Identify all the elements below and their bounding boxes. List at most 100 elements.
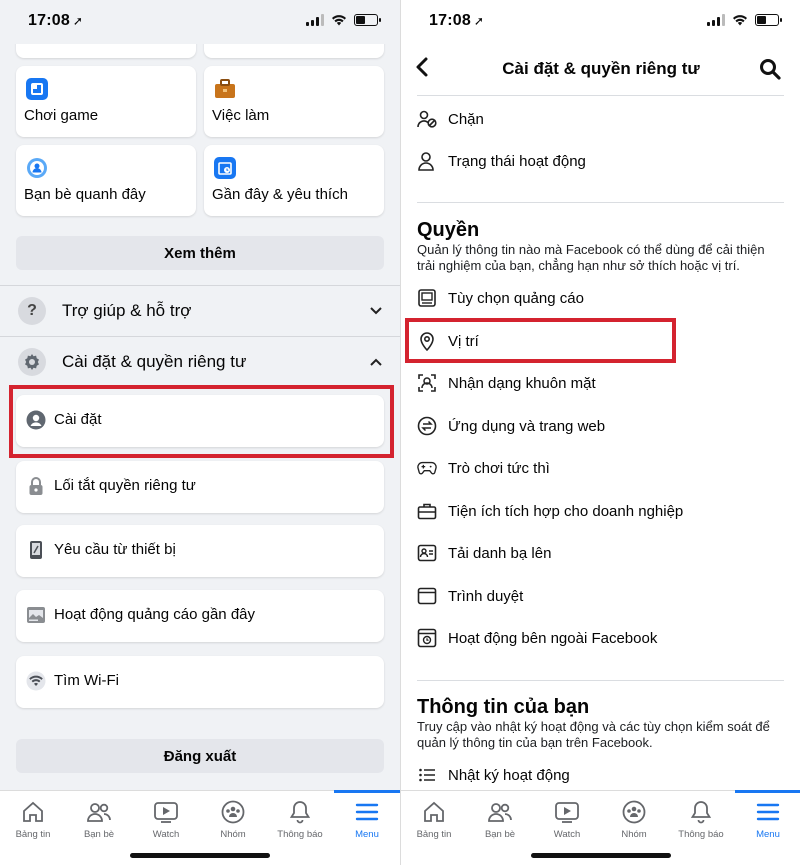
tab-friends[interactable]: Bạn bè xyxy=(66,797,132,840)
shortcut-label: Bạn bè quanh đây xyxy=(24,186,146,203)
ad-preferences-icon xyxy=(417,288,437,308)
face-recognition-label: Nhận dạng khuôn mặt xyxy=(448,374,596,392)
wifi-status-icon xyxy=(733,15,747,26)
apps-websites-icon xyxy=(417,416,437,436)
ad-preferences-row[interactable]: Tùy chọn quảng cáo xyxy=(417,278,777,318)
off-facebook-activity-row[interactable]: Hoạt động bên ngoài Facebook xyxy=(417,618,777,658)
chevron-up-icon xyxy=(370,353,382,369)
help-support-row[interactable]: ? Trợ giúp & hỗ trợ xyxy=(0,286,400,336)
business-integration-icon xyxy=(417,501,437,521)
apps-websites-label: Ứng dụng và trang web xyxy=(448,417,606,435)
tab-label: Menu xyxy=(355,829,379,840)
activity-log-label: Nhật ký hoạt động xyxy=(448,766,570,784)
status-time: 17:08 ➚ xyxy=(28,12,84,29)
shortcut-jobs[interactable]: Việc làm xyxy=(204,66,384,137)
off-facebook-activity-icon xyxy=(417,628,437,648)
device-requests-item[interactable]: Yêu cầu từ thiết bị xyxy=(16,525,384,577)
tab-label: Thông báo xyxy=(277,829,323,840)
instant-games-label: Trò chơi tức thì xyxy=(448,459,550,477)
settings-privacy-row[interactable]: Cài đặt & quyền riêng tư xyxy=(0,337,400,387)
tab-watch[interactable]: Watch xyxy=(534,797,600,840)
shortcut-recent-favorites[interactable]: Gần đây & yêu thích xyxy=(204,145,384,216)
tab-label: Nhóm xyxy=(621,829,647,840)
chevron-down-icon xyxy=(370,302,382,318)
activity-log-row[interactable]: Nhật ký hoạt động xyxy=(417,755,777,795)
instant-games-row[interactable]: Trò chơi tức thì xyxy=(417,448,777,488)
status-bar: 17:08 ➚ xyxy=(0,0,400,44)
logout-button[interactable]: Đăng xuất xyxy=(16,739,384,773)
nearby-friends-icon xyxy=(26,157,48,179)
search-icon[interactable] xyxy=(759,58,781,85)
battery-icon xyxy=(755,14,782,26)
tab-label: Menu xyxy=(756,829,780,840)
face-recognition-row[interactable]: Nhận dạng khuôn mặt xyxy=(417,363,777,403)
location-arrow-icon: ➚ xyxy=(473,14,485,28)
bell-icon xyxy=(267,797,333,827)
menu-icon xyxy=(334,797,400,827)
menu-icon xyxy=(735,797,800,827)
tab-label: Nhóm xyxy=(220,829,246,840)
active-status-label: Trạng thái hoạt động xyxy=(448,152,586,170)
see-more-button[interactable]: Xem thêm xyxy=(16,236,384,270)
permissions-heading: Quyền xyxy=(417,219,480,241)
ad-activity-item[interactable]: Hoạt động quảng cáo gần đây xyxy=(16,590,384,642)
tab-watch[interactable]: Watch xyxy=(133,797,199,840)
watch-icon xyxy=(133,797,199,827)
tab-menu[interactable]: Menu xyxy=(334,790,400,840)
tab-menu[interactable]: Menu xyxy=(735,790,800,840)
divider xyxy=(417,95,784,96)
browser-icon xyxy=(417,586,437,606)
home-icon xyxy=(401,797,467,827)
browser-label: Trình duyệt xyxy=(448,587,524,605)
upload-contacts-row[interactable]: Tải danh bạ lên xyxy=(417,533,777,573)
activity-log-icon xyxy=(417,765,437,785)
bottom-tab-bar: Bảng tin Bạn bè Watch Nhóm Thông báo Men… xyxy=(401,790,800,865)
home-indicator xyxy=(130,853,270,858)
your-information-description: Truy cập vào nhật ký hoạt động và các tù… xyxy=(417,719,770,750)
friends-icon xyxy=(467,797,533,827)
shortcut-label: Chơi game xyxy=(24,107,99,124)
business-integrations-label: Tiện ích tích hợp cho doanh nghiệp xyxy=(448,502,684,520)
blocking-row[interactable]: Chặn xyxy=(417,99,777,139)
browser-row[interactable]: Trình duyệt xyxy=(417,576,777,616)
block-user-icon xyxy=(417,109,437,129)
lock-icon xyxy=(26,476,46,496)
tab-friends[interactable]: Bạn bè xyxy=(467,797,533,840)
groups-icon xyxy=(200,797,266,827)
tab-news-feed[interactable]: Bảng tin xyxy=(0,797,66,840)
tab-notifications[interactable]: Thông báo xyxy=(267,797,333,840)
active-status-row[interactable]: Trạng thái hoạt động xyxy=(417,141,777,181)
tab-groups[interactable]: Nhóm xyxy=(200,797,266,840)
shortcut-nearby-friends[interactable]: Bạn bè quanh đây xyxy=(16,145,196,216)
tab-label: Bảng tin xyxy=(15,829,51,840)
tab-groups[interactable]: Nhóm xyxy=(601,797,667,840)
cellular-signal-icon xyxy=(306,14,324,26)
your-information-heading: Thông tin của bạn xyxy=(417,696,590,718)
right-settings-screen: 17:08 ➚ Cài đặt & quyền riêng tư Chặn Trạ… xyxy=(400,0,800,865)
gamepad-icon xyxy=(417,458,437,478)
tab-label: Watch xyxy=(152,829,180,840)
tab-notifications[interactable]: Thông báo xyxy=(668,797,734,840)
settings-privacy-label: Cài đặt & quyền riêng tư xyxy=(62,352,247,371)
off-facebook-activity-label: Hoạt động bên ngoài Facebook xyxy=(448,629,658,647)
tab-news-feed[interactable]: Bảng tin xyxy=(401,797,467,840)
shortcut-gaming[interactable]: Chơi game xyxy=(16,66,196,137)
device-requests-label: Yêu cầu từ thiết bị xyxy=(54,541,176,558)
active-status-icon xyxy=(417,151,437,171)
privacy-shortcuts-item[interactable]: Lối tắt quyền riêng tư xyxy=(16,461,384,513)
navigation-bar: Cài đặt & quyền riêng tư xyxy=(401,44,800,94)
business-integrations-row[interactable]: Tiện ích tích hợp cho doanh nghiệp xyxy=(417,491,777,531)
status-bar: 17:08 ➚ xyxy=(401,0,800,44)
divider xyxy=(417,202,784,203)
page-title: Cài đặt & quyền riêng tư xyxy=(502,59,700,78)
game-icon xyxy=(26,78,48,100)
status-time: 17:08 ➚ xyxy=(429,12,485,29)
apps-websites-row[interactable]: Ứng dụng và trang web xyxy=(417,406,777,446)
device-icon xyxy=(26,540,46,560)
ad-preferences-label: Tùy chọn quảng cáo xyxy=(448,289,584,307)
find-wifi-item[interactable]: Tìm Wi-Fi xyxy=(16,656,384,708)
tab-label: Watch xyxy=(553,829,581,840)
highlight-box xyxy=(405,318,676,363)
cellular-signal-icon xyxy=(707,14,725,26)
divider xyxy=(417,680,784,681)
